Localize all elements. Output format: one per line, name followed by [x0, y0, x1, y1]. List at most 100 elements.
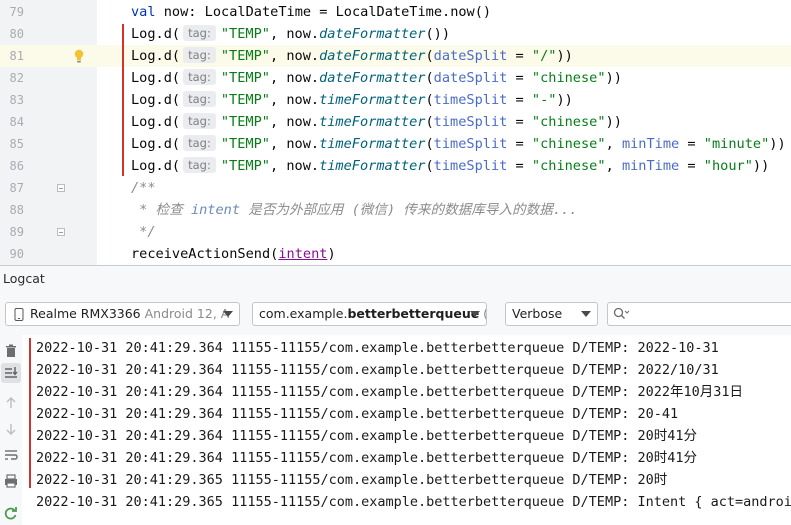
code-token: , now. [269, 26, 320, 42]
code-token: timeFormatter [319, 92, 426, 108]
code-text: Log.d(tag: "TEMP", now.timeFormatter(time… [131, 89, 573, 111]
editor-gutter: 79 80 81 82 83 84 85 86 87 88 89 90 [0, 0, 97, 266]
code-token: dateFormatter [319, 26, 426, 42]
lightbulb-icon[interactable] [73, 49, 85, 63]
code-line[interactable]: Log.d(tag: "TEMP", now.timeFormatter(time… [97, 111, 791, 133]
log-line[interactable]: 2022-10-31 20:41:29.364 11155-11155/com.… [36, 381, 743, 403]
code-token: "TEMP" [220, 92, 270, 108]
code-line[interactable]: Log.d(tag: "TEMP", now.timeFormatter(time… [97, 89, 791, 111]
code-token: Log.d( [131, 136, 181, 152]
code-line[interactable]: Log.d(tag: "TEMP", now.timeFormatter(time… [97, 155, 791, 177]
line-number: 89 [9, 225, 24, 239]
fold-marker-icon[interactable] [57, 228, 65, 236]
code-token: now: LocalDateTime = LocalDateTime.now() [155, 4, 492, 20]
package-suffix: (1 [479, 306, 486, 321]
gutter-row: 79 [0, 1, 97, 23]
gutter-row: 80 [0, 23, 97, 45]
line-number: 79 [9, 5, 24, 19]
trash-icon[interactable] [3, 343, 19, 359]
line-number: 83 [9, 93, 24, 107]
gutter-row: 84 [0, 111, 97, 133]
code-token: timeFormatter [319, 136, 426, 152]
code-token: )) [605, 70, 622, 86]
parameter-hint: tag: [183, 47, 216, 63]
code-line[interactable]: val now: LocalDateTime = LocalDateTime.n… [97, 1, 791, 23]
logcat-output[interactable]: 2022-10-31 20:41:29.364 11155-11155/com.… [22, 335, 791, 525]
code-token: "TEMP" [220, 136, 270, 152]
code-token: minTime [621, 158, 680, 174]
code-token: = [679, 158, 704, 174]
code-editor[interactable]: 79 80 81 82 83 84 85 86 87 88 89 90 val now: LocalD… [0, 0, 791, 266]
code-token: ( [425, 158, 434, 174]
log-highlight-bar [29, 338, 31, 488]
code-token: timeSplit [433, 158, 508, 174]
code-token: ( [425, 48, 434, 64]
code-token: "TEMP" [220, 158, 270, 174]
print-icon[interactable] [3, 473, 19, 489]
arrow-up-icon[interactable] [3, 395, 19, 411]
log-line[interactable]: 2022-10-31 20:41:29.365 11155-11155/com.… [36, 469, 667, 491]
code-token: "chinese" [531, 136, 606, 152]
code-token: "chinese" [531, 114, 606, 130]
code-line[interactable]: */ [97, 221, 791, 243]
code-token: */ [131, 224, 156, 240]
log-line[interactable]: 2022-10-31 20:41:29.364 11155-11155/com.… [36, 403, 678, 425]
gutter-row: 81 [0, 45, 97, 67]
log-line[interactable]: 2022-10-31 20:41:29.364 11155-11155/com.… [36, 359, 719, 381]
chevron-down-icon [470, 311, 480, 317]
line-number: 90 [9, 247, 24, 261]
parameter-hint: tag: [183, 69, 216, 85]
device-selector[interactable]: Realme RMX3366 Android 12, A [5, 302, 240, 326]
code-line[interactable]: Log.d(tag: "TEMP", now.dateFormatter(date… [97, 67, 791, 89]
package-selector[interactable]: com.example.betterbetterqueue (1 [252, 302, 487, 326]
log-level-selector[interactable]: Verbose [505, 302, 598, 326]
package-prefix: com.example. [259, 306, 348, 321]
log-line[interactable]: 2022-10-31 20:41:29.365 11155-11155/com.… [36, 491, 791, 513]
code-highlight-bar [122, 24, 124, 176]
device-name: Realme RMX3366 [30, 306, 141, 321]
code-line[interactable]: /** [97, 177, 791, 199]
code-token: )) [556, 92, 573, 108]
code-line[interactable]: * 检查 intent 是否为外部应用 (微信) 传来的数据库导入的数据... [97, 199, 791, 221]
code-line[interactable]: Log.d(tag: "TEMP", now.timeFormatter(time… [97, 133, 791, 155]
code-token: , [605, 136, 622, 152]
code-text: Log.d(tag: "TEMP", now.dateFormatter(date… [131, 45, 573, 67]
log-line[interactable]: 2022-10-31 20:41:29.364 11155-11155/com.… [36, 337, 719, 359]
code-token: = [507, 48, 532, 64]
logcat-header: Logcat [0, 266, 791, 294]
code-token: , now. [269, 158, 320, 174]
code-token: Log.d( [131, 92, 181, 108]
logcat-search-input[interactable] [607, 302, 791, 326]
code-token: dateFormatter [319, 70, 426, 86]
arrow-down-icon[interactable] [3, 421, 19, 437]
code-token: = [507, 158, 532, 174]
code-line[interactable]: receiveActionSend(intent) [97, 243, 791, 265]
code-line[interactable]: Log.d(tag: "TEMP", now.dateFormatter(date… [97, 45, 791, 67]
code-token: minTime [621, 136, 680, 152]
code-area[interactable]: val now: LocalDateTime = LocalDateTime.n… [97, 0, 791, 266]
code-token: "chinese" [531, 158, 606, 174]
soft-wrap-icon[interactable] [3, 447, 19, 463]
code-token: timeFormatter [319, 114, 426, 130]
code-token: 是否为外部应用 (微信) 传来的数据库导入的数据... [240, 202, 578, 218]
code-token: "-" [531, 92, 557, 108]
logcat-side-toolbar [0, 335, 22, 525]
parameter-hint: tag: [183, 91, 216, 107]
code-line[interactable]: Log.d(tag: "TEMP", now.dateFormatter()) [97, 23, 791, 45]
restart-icon[interactable] [3, 505, 19, 521]
gutter-row: 88 [0, 199, 97, 221]
line-number: 87 [9, 181, 24, 195]
line-number: 81 [9, 49, 24, 63]
code-token: "TEMP" [220, 70, 270, 86]
fold-marker-icon[interactable] [57, 184, 65, 192]
code-text: Log.d(tag: "TEMP", now.dateFormatter()) [131, 23, 450, 45]
code-token: ()) [425, 26, 451, 42]
code-token: = [507, 92, 532, 108]
scroll-to-end-button[interactable] [1, 363, 21, 383]
code-token: ( [425, 114, 434, 130]
line-number: 82 [9, 71, 24, 85]
log-line[interactable]: 2022-10-31 20:41:29.364 11155-11155/com.… [36, 447, 697, 469]
log-line[interactable]: 2022-10-31 20:41:29.364 11155-11155/com.… [36, 425, 697, 447]
parameter-hint: tag: [183, 135, 216, 151]
code-token: )) [769, 136, 786, 152]
